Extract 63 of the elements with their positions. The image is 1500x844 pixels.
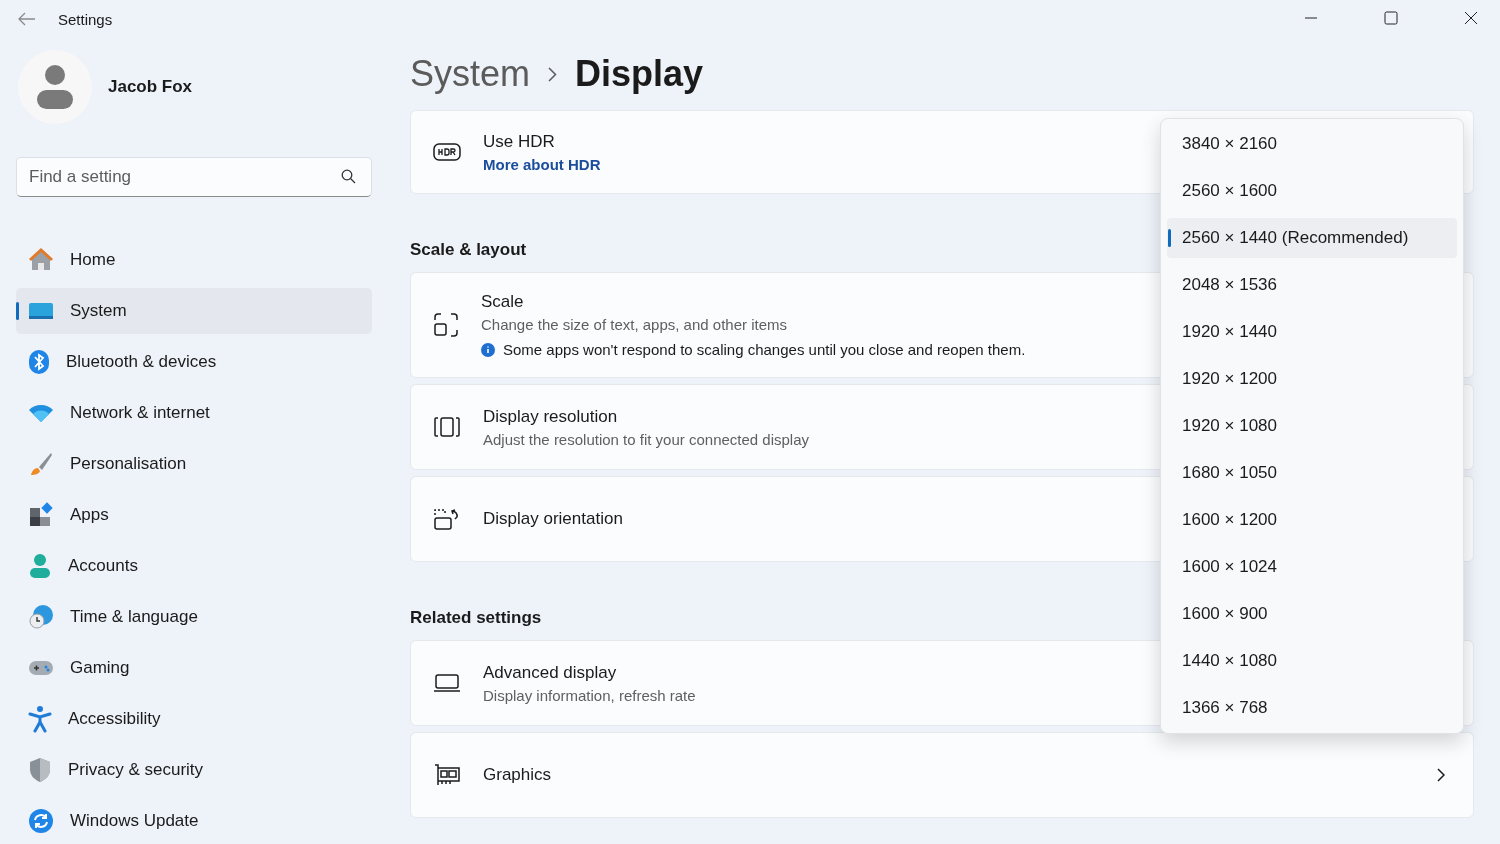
house-icon — [28, 247, 54, 273]
card-title: Scale — [481, 292, 524, 312]
card-description: Change the size of text, apps, and other items — [481, 316, 787, 333]
info-note: Some apps won't respond to scaling changes until you close and reopen them. — [503, 341, 1026, 358]
sidebar-item[interactable]: Home — [16, 237, 372, 283]
sidebar-item[interactable]: Privacy & security — [16, 747, 372, 793]
section-heading: Scale & layout — [410, 240, 527, 260]
gamepad-icon — [28, 658, 54, 678]
refresh-icon — [28, 808, 54, 834]
apps-icon — [28, 502, 54, 528]
card-description: Display information, refresh rate — [483, 686, 696, 704]
window-title: Settings — [58, 10, 113, 28]
card-title: Display orientation — [483, 509, 623, 529]
resolution-option[interactable]: 1920 × 1080 — [1167, 406, 1457, 446]
sidebar-item[interactable]: Apps — [16, 492, 372, 538]
resolution-option[interactable]: 2560 × 1440 (Recommended) — [1167, 218, 1457, 258]
shield-icon — [28, 757, 52, 783]
maximize-icon — [1384, 11, 1398, 25]
resolution-option[interactable]: 1366 × 768 — [1167, 688, 1457, 728]
back-arrow-icon — [18, 12, 36, 26]
graphics-card-icon — [433, 763, 461, 787]
resolution-option[interactable]: 1920 × 1440 — [1167, 312, 1457, 352]
sidebar-item[interactable]: Gaming — [16, 645, 372, 691]
info-icon — [481, 342, 495, 357]
paintbrush-icon — [28, 451, 54, 477]
resolution-icon — [433, 415, 461, 439]
bluetooth-icon — [28, 349, 50, 375]
monitor-icon — [433, 672, 461, 694]
breadcrumb-item: Display — [575, 53, 704, 95]
sidebar-item[interactable]: Accounts — [16, 543, 372, 589]
person-icon — [28, 553, 52, 579]
monitor-icon — [28, 300, 54, 322]
search-field[interactable]: Find a setting — [16, 157, 372, 197]
wifi-icon — [28, 403, 54, 423]
chevron-right-icon — [548, 66, 558, 82]
card-title: Advanced display — [483, 662, 617, 683]
sidebar-item[interactable]: Personalisation — [16, 441, 372, 487]
resolution-option[interactable]: 1600 × 900 — [1167, 594, 1457, 634]
rotate-screen-icon — [433, 507, 461, 531]
resolution-option[interactable]: 1440 × 1080 — [1167, 641, 1457, 681]
card-title: Display resolution — [483, 406, 618, 427]
hdr-icon — [433, 142, 461, 162]
sidebar-item[interactable]: Network & internet — [16, 390, 372, 436]
close-icon — [1464, 11, 1478, 25]
sidebar-item[interactable]: Accessibility — [16, 696, 372, 742]
sidebar-item[interactable]: Bluetooth & devices — [16, 339, 372, 385]
card-title: Use HDR — [483, 131, 555, 152]
breadcrumb-item[interactable]: System — [410, 53, 531, 95]
section-heading: Related settings — [410, 608, 542, 628]
hdr-link[interactable]: More about HDR — [483, 155, 601, 173]
resolution-option[interactable]: 1600 × 1200 — [1167, 500, 1457, 540]
sidebar-item[interactable]: System — [16, 288, 372, 334]
card-description: Adjust the resolution to fit your connected display — [483, 430, 810, 448]
account-name: Jacob Fox — [108, 77, 193, 97]
search-icon — [341, 169, 356, 184]
resolution-option[interactable]: 3840 × 2160 — [1167, 124, 1457, 164]
accessibility-icon — [28, 705, 52, 733]
sidebar-item[interactable]: Time & language — [16, 594, 372, 640]
card-title: Graphics — [483, 765, 552, 785]
sidebar-item[interactable]: Windows Update — [16, 798, 372, 844]
scale-icon — [433, 312, 459, 338]
settings-card[interactable]: Graphics — [410, 732, 1474, 818]
globe-clock-icon — [28, 604, 54, 630]
